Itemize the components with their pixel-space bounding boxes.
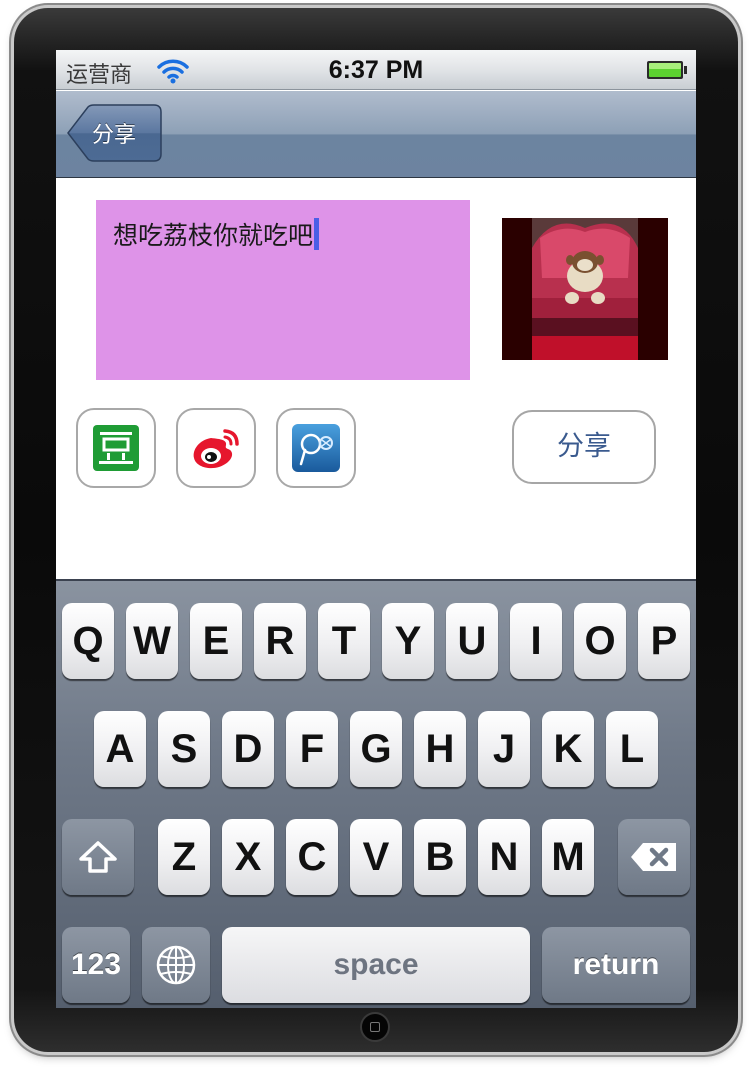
- share-douban-button[interactable]: [76, 408, 156, 488]
- navigation-bar: 分享: [56, 91, 696, 178]
- space-key[interactable]: space: [222, 927, 530, 1003]
- battery-icon: [647, 61, 687, 79]
- key-i[interactable]: I: [510, 603, 562, 679]
- backspace-key[interactable]: [618, 819, 690, 895]
- key-z[interactable]: Z: [158, 819, 210, 895]
- key-j[interactable]: J: [478, 711, 530, 787]
- shift-key[interactable]: [62, 819, 134, 895]
- douban-icon: [93, 425, 139, 471]
- key-w[interactable]: W: [126, 603, 178, 679]
- back-button-label: 分享: [92, 123, 137, 148]
- key-r[interactable]: R: [254, 603, 306, 679]
- key-p[interactable]: P: [638, 603, 690, 679]
- key-o[interactable]: O: [574, 603, 626, 679]
- key-k[interactable]: K: [542, 711, 594, 787]
- share-button[interactable]: 分享: [512, 410, 656, 484]
- key-g[interactable]: G: [350, 711, 402, 787]
- share-text-field[interactable]: 想吃荔枝你就吃吧: [96, 200, 470, 380]
- key-t[interactable]: T: [318, 603, 370, 679]
- home-button[interactable]: [360, 1012, 390, 1042]
- key-x[interactable]: X: [222, 819, 274, 895]
- share-sina-weibo-button[interactable]: [176, 408, 256, 488]
- status-bar: 运营商 6:37 PM: [56, 50, 696, 90]
- key-u[interactable]: U: [446, 603, 498, 679]
- key-d[interactable]: D: [222, 711, 274, 787]
- key-s[interactable]: S: [158, 711, 210, 787]
- return-key[interactable]: return: [542, 927, 690, 1003]
- globe-icon: [156, 945, 196, 985]
- screen: 运营商 6:37 PM 分享 想吃荔枝你就吃吧 分享 Q W E R T Y U…: [56, 50, 696, 1008]
- key-q[interactable]: Q: [62, 603, 114, 679]
- key-h[interactable]: H: [414, 711, 466, 787]
- globe-key[interactable]: [142, 927, 210, 1003]
- numbers-key[interactable]: 123: [62, 927, 130, 1003]
- home-square-icon: [370, 1022, 380, 1032]
- share-tencent-weibo-button[interactable]: [276, 408, 356, 488]
- key-c[interactable]: C: [286, 819, 338, 895]
- compose-area: 想吃荔枝你就吃吧 分享: [56, 179, 696, 579]
- tencent-weibo-icon: [292, 424, 340, 472]
- key-l[interactable]: L: [606, 711, 658, 787]
- key-y[interactable]: Y: [382, 603, 434, 679]
- attached-photo[interactable]: [502, 218, 668, 360]
- backspace-icon: [631, 843, 676, 871]
- key-v[interactable]: V: [350, 819, 402, 895]
- share-text-value: 想吃荔枝你就吃吧: [113, 216, 320, 252]
- key-b[interactable]: B: [414, 819, 466, 895]
- sina-weibo-icon: [193, 429, 239, 469]
- key-m[interactable]: M: [542, 819, 594, 895]
- text-cursor: [314, 218, 320, 250]
- key-e[interactable]: E: [190, 603, 242, 679]
- keyboard: Q W E R T Y U I O P A S D F G H J K L Z …: [56, 579, 696, 1008]
- key-f[interactable]: F: [286, 711, 338, 787]
- key-a[interactable]: A: [94, 711, 146, 787]
- back-button[interactable]: 分享: [66, 104, 162, 162]
- key-n[interactable]: N: [478, 819, 530, 895]
- shift-icon: [79, 841, 117, 873]
- clock: 6:37 PM: [328, 56, 424, 84]
